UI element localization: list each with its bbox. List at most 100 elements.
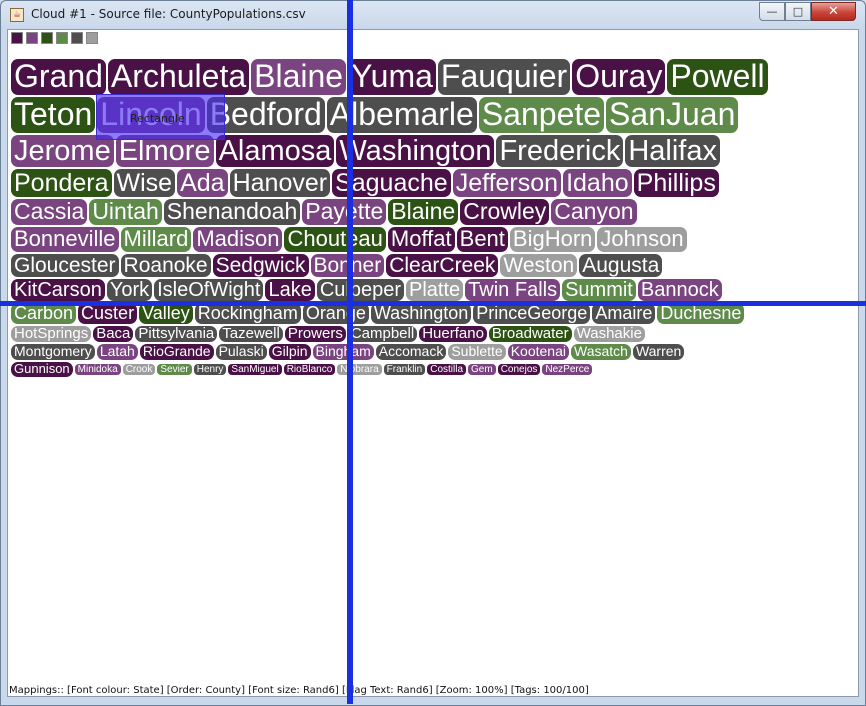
colour-swatch[interactable] [56, 32, 68, 44]
cloud-tag[interactable]: Amaire [592, 303, 656, 324]
cloud-tag[interactable]: Custer [78, 303, 138, 324]
cloud-tag[interactable]: Culpeper [316, 279, 405, 302]
cloud-tag[interactable]: Hanover [229, 169, 331, 198]
cloud-tag[interactable]: PrinceGeorge [473, 303, 591, 324]
cloud-tag[interactable]: Minidoka [74, 363, 121, 375]
cloud-tag[interactable]: Gloucester [11, 253, 119, 278]
cloud-tag[interactable]: NezPerce [542, 363, 593, 375]
cloud-tag[interactable]: Weston [500, 253, 578, 278]
cloud-tag[interactable]: York [106, 279, 153, 302]
cloud-tag[interactable]: Duchesne [657, 303, 745, 324]
cloud-tag[interactable]: Canyon [551, 198, 637, 225]
colour-swatch[interactable] [71, 32, 83, 44]
colour-swatch[interactable] [86, 32, 98, 44]
cloud-tag[interactable]: Rockingham [194, 303, 301, 324]
cloud-tag[interactable]: Valley [139, 303, 193, 324]
cloud-tag[interactable]: Moffat [387, 226, 455, 252]
cloud-tag[interactable]: Platte [406, 279, 464, 302]
cloud-tag[interactable]: Johnson [597, 226, 687, 252]
cloud-tag[interactable]: Crook [122, 363, 156, 375]
cloud-tag[interactable]: Conejos [497, 363, 541, 375]
cloud-tag[interactable]: Tazewell [219, 325, 283, 343]
cloud-tag[interactable]: Costilla [427, 363, 467, 375]
cloud-tag[interactable]: Sanpete [478, 96, 605, 133]
cloud-tag[interactable]: Franklin [383, 363, 426, 375]
maximize-button[interactable]: □ [785, 2, 811, 21]
cloud-tag[interactable]: Uintah [89, 198, 162, 225]
cloud-tag[interactable]: Payette [302, 198, 387, 225]
cloud-tag[interactable]: Washington [336, 134, 495, 168]
cloud-tag[interactable]: Pondera [11, 169, 112, 198]
cloud-tag[interactable]: Carbon [11, 303, 77, 324]
cloud-tag[interactable]: SanMiguel [228, 363, 282, 375]
cloud-tag[interactable]: Pittsylvania [135, 325, 218, 343]
cloud-tag[interactable]: RioGrande [139, 344, 214, 361]
cloud-tag[interactable]: Yuma [348, 58, 436, 95]
cloud-tag[interactable]: Cassia [11, 198, 88, 225]
cloud-tag[interactable]: Sedgwick [212, 253, 309, 278]
cloud-tag[interactable]: Grand [11, 58, 106, 95]
cloud-tag[interactable]: Kootenai [507, 344, 569, 361]
minimize-button[interactable]: — [759, 2, 785, 21]
cloud-tag[interactable]: Bent [456, 226, 508, 252]
cloud-tag[interactable]: Madison [193, 226, 283, 252]
cloud-tag[interactable]: Prowers [284, 325, 346, 343]
cloud-tag[interactable]: Wise [113, 169, 176, 198]
cloud-tag[interactable]: Warren [632, 344, 685, 361]
cloud-tag[interactable]: Blaine [251, 58, 347, 95]
cloud-tag[interactable]: Latah [96, 344, 138, 361]
title-bar[interactable]: ☕ Cloud #1 - Source file: CountyPopulati… [1, 1, 865, 29]
vertical-guide-line[interactable] [347, 0, 353, 704]
cloud-tag[interactable]: Blaine [388, 198, 459, 225]
cloud-tag[interactable]: Frederick [496, 134, 624, 168]
cloud-tag[interactable]: Ada [177, 169, 228, 198]
cloud-tag[interactable]: Washington [370, 303, 472, 324]
cloud-tag[interactable]: Powell [667, 58, 768, 95]
cloud-tag[interactable]: Orange [302, 303, 369, 324]
cloud-tag[interactable]: Gilpin [268, 344, 311, 361]
cloud-tag[interactable]: Bannock [637, 279, 722, 302]
cloud-tag[interactable]: BigHorn [509, 226, 596, 252]
cloud-tag[interactable]: Jefferson [452, 169, 562, 198]
cloud-tag[interactable]: Campbell [347, 325, 418, 343]
cloud-tag[interactable]: Crowley [460, 198, 550, 225]
cloud-tag[interactable]: Henry [193, 363, 227, 375]
cloud-tag[interactable]: Phillips [633, 169, 719, 198]
cloud-tag[interactable]: HotSprings [11, 325, 92, 343]
cloud-tag[interactable]: Ouray [572, 58, 666, 95]
cloud-tag[interactable]: Twin Falls [465, 279, 561, 302]
cloud-tag[interactable]: Halifax [625, 134, 720, 168]
cloud-tag[interactable]: Wasatch [571, 344, 631, 361]
cloud-tag[interactable]: Sublette [448, 344, 506, 361]
cloud-tag[interactable]: ClearCreek [386, 253, 499, 278]
cloud-tag[interactable]: SanJuan [606, 96, 739, 133]
cloud-tag[interactable]: Montgomery [11, 344, 95, 361]
cloud-tag[interactable]: Chouteau [284, 226, 386, 252]
colour-swatch[interactable] [41, 32, 53, 44]
colour-swatch[interactable] [26, 32, 38, 44]
cloud-tag[interactable]: Archuleta [107, 58, 250, 95]
cloud-tag[interactable]: Millard [120, 226, 192, 252]
cloud-tag[interactable]: Sevier [157, 363, 192, 375]
cloud-tag[interactable]: Washakie [573, 325, 645, 343]
colour-swatch[interactable] [11, 32, 23, 44]
cloud-tag[interactable]: Baca [93, 325, 134, 343]
cloud-tag[interactable]: IsleOfWight [154, 279, 264, 302]
horizontal-guide-line[interactable] [0, 301, 866, 306]
cloud-tag[interactable]: Gunnison [11, 361, 73, 377]
cloud-tag[interactable]: Niobrara [337, 363, 382, 375]
cloud-tag[interactable]: Gem [468, 363, 496, 375]
cloud-tag[interactable]: Shenandoah [163, 198, 301, 225]
cloud-tag[interactable]: Bonneville [11, 226, 119, 252]
cloud-tag[interactable]: KitCarson [11, 279, 105, 302]
cloud-tag[interactable]: Broadwater [488, 325, 572, 343]
close-button[interactable]: ✕ [811, 2, 856, 21]
cloud-tag[interactable]: Teton [11, 96, 96, 133]
cloud-tag[interactable]: Bingham [312, 344, 374, 361]
cloud-tag[interactable]: Alamosa [215, 134, 335, 168]
cloud-tag[interactable]: Summit [562, 279, 636, 302]
cloud-tag[interactable]: Augusta [579, 253, 663, 278]
cloud-tag[interactable]: Huerfano [419, 325, 487, 343]
cloud-tag[interactable]: Lake [265, 279, 315, 302]
cloud-tag[interactable]: Pulaski [215, 344, 267, 361]
